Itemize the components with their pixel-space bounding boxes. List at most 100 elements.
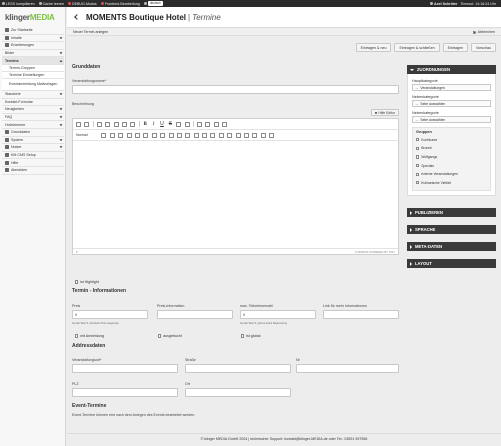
save-new-button[interactable]: Eintragen & neu [355, 43, 392, 52]
gruppe-item[interactable]: Wolfgangs [416, 153, 487, 162]
superscript-icon[interactable] [176, 121, 182, 127]
sidebar-item-erweiterungen[interactable]: Erweiterungen [2, 42, 64, 50]
plz-input[interactable] [72, 388, 178, 397]
sidebar-item-inhalte[interactable]: Inhalte [2, 34, 64, 43]
pagebreak-icon[interactable] [168, 132, 174, 138]
ausgebucht-row[interactable]: ausgebucht [158, 334, 182, 338]
sidebar-item-neuigkeiten[interactable]: Neuigkeiten [2, 106, 64, 114]
clear-cache-button[interactable]: Cache leeren [38, 2, 64, 6]
anchor-icon[interactable] [160, 132, 166, 138]
frontend-edit-toggle[interactable]: Frontend-Bearbeitung [100, 2, 140, 6]
gruppe-checkbox[interactable] [416, 138, 420, 142]
sidebar-item-grunddaten[interactable]: Grunddaten [2, 128, 64, 137]
back-chevron-icon[interactable] [74, 14, 80, 20]
help-icon[interactable] [269, 132, 275, 138]
italic-icon[interactable]: I [151, 122, 156, 127]
ort-input[interactable] [185, 388, 291, 397]
table-icon[interactable] [109, 132, 115, 138]
sidebar-item-km-cms-setup[interactable]: KM CMS Setup [2, 151, 64, 160]
sidebar-item-hotelzimmer[interactable]: Hotelzimmer [2, 121, 64, 129]
sidebar-item-nutzer[interactable]: Nutzer [2, 144, 64, 152]
sidebar-item-termine[interactable]: Termine [2, 57, 64, 65]
less-compile-button[interactable]: LESS kompilieren [2, 2, 35, 6]
gruppe-checkbox[interactable] [416, 146, 420, 150]
gruppe-item[interactable]: externe Veranstaltungen [416, 170, 487, 179]
code-icon[interactable] [176, 132, 182, 138]
highlight-icon[interactable] [118, 132, 124, 138]
hauptkategorie-select[interactable]: → Veranstaltungen [412, 84, 491, 91]
gruppe-item[interactable]: Kochkurse [416, 136, 487, 145]
save-button[interactable]: Eintragen [442, 43, 469, 52]
indent-icon[interactable] [222, 121, 228, 127]
sidebar-item-startseite[interactable]: Zur Startseite [2, 27, 64, 35]
outdent-icon[interactable] [213, 121, 219, 127]
align-right-icon[interactable] [121, 121, 127, 127]
numbered-list-icon[interactable] [205, 121, 211, 127]
ist-global-checkbox[interactable] [241, 334, 245, 338]
media-icon[interactable] [202, 132, 208, 138]
undo-icon[interactable] [76, 121, 81, 127]
sidebar-item-kontakt-formular[interactable]: Kontakt-Formular [2, 98, 64, 107]
sidebar-item-standorte[interactable]: Standorte [2, 90, 64, 99]
highlight-checkbox[interactable] [75, 280, 79, 284]
sidebar-item-eventanmeldung[interactable]: Eventanmeldung Mailvorlagen [2, 78, 64, 91]
preisinfo-input[interactable] [157, 310, 233, 319]
meta-daten-header[interactable]: META-DATEN [407, 242, 496, 252]
mit-anmeldung-checkbox[interactable] [75, 334, 79, 338]
source-code-icon[interactable] [260, 132, 266, 138]
nebenkategorie-select-1[interactable]: → Seite auswählen [412, 100, 491, 107]
ist-global-row[interactable]: ist global [241, 334, 260, 338]
publizieren-header[interactable]: PUBLIZIEREN [407, 208, 496, 218]
underline-icon[interactable]: U [159, 121, 164, 127]
gruppe-checkbox[interactable] [416, 172, 420, 176]
gruppe-checkbox[interactable] [416, 155, 420, 159]
preis-input[interactable]: 0 [72, 310, 148, 319]
name-input[interactable] [72, 85, 399, 94]
editor-content-area[interactable] [73, 141, 398, 248]
paste-icon[interactable] [96, 121, 102, 127]
format-select[interactable]: Normal [76, 133, 98, 137]
horizontal-rule-icon[interactable] [134, 132, 140, 138]
debug-mode-toggle[interactable]: DEBUG-Modus [67, 2, 97, 6]
link-icon[interactable] [185, 132, 191, 138]
fullscreen-icon[interactable] [244, 132, 250, 138]
align-left-icon[interactable] [105, 121, 111, 127]
redo-icon[interactable] [84, 121, 90, 127]
link-input[interactable] [323, 310, 399, 319]
gruppe-checkbox[interactable] [416, 181, 420, 185]
nebenkategorie-select-2[interactable]: → Seite auswählen [412, 116, 491, 123]
sidebar-item-termin-gruppen[interactable]: Termin-Gruppen [2, 64, 64, 72]
ausgebucht-checkbox[interactable] [158, 334, 162, 338]
bullet-list-icon[interactable] [197, 121, 203, 127]
quote-icon[interactable] [126, 132, 132, 138]
sidebar-item-termine-einstellungen[interactable]: Termine Einstellungen [2, 71, 64, 79]
bold-icon[interactable]: B [143, 122, 148, 127]
sidebar-item-bilder[interactable]: Bilder [2, 49, 64, 58]
gruppe-item[interactable]: Specials [416, 161, 487, 170]
text-color-icon[interactable] [101, 132, 107, 138]
visual-blocks-icon[interactable] [252, 132, 258, 138]
layout-header[interactable]: LAYOUT [407, 259, 496, 269]
cancel-link[interactable]: Abbrechen [473, 30, 495, 34]
omega-icon[interactable] [143, 132, 149, 138]
clear-format-icon[interactable] [184, 121, 190, 127]
emoji-icon[interactable] [151, 132, 157, 138]
gruppe-item[interactable]: Brunch [416, 144, 487, 153]
nr-input[interactable] [296, 364, 399, 373]
language-select[interactable]: deutsch [143, 1, 163, 6]
save-close-button[interactable]: Eintragen & schließen [394, 43, 440, 52]
preview-icon[interactable] [235, 132, 241, 138]
template-icon[interactable] [210, 132, 216, 138]
print-icon[interactable] [218, 132, 224, 138]
sidebar-item-system[interactable]: System [2, 136, 64, 145]
mit-anmeldung-row[interactable]: mit Anmeldung [75, 334, 104, 338]
veranstaltungsort-input[interactable] [72, 364, 178, 373]
strasse-input[interactable] [185, 364, 291, 373]
teilnehmer-input[interactable]: 0 [240, 310, 316, 319]
image-icon[interactable] [193, 132, 199, 138]
help-editor-button[interactable]: ■ Hilfe Editor [370, 109, 399, 116]
search-icon[interactable] [227, 132, 233, 138]
user-name[interactable]: Axel Schröter [430, 2, 457, 6]
sidebar-item-hilfe[interactable]: Hilfe [2, 159, 64, 167]
strikethrough-icon[interactable]: S [168, 121, 173, 127]
